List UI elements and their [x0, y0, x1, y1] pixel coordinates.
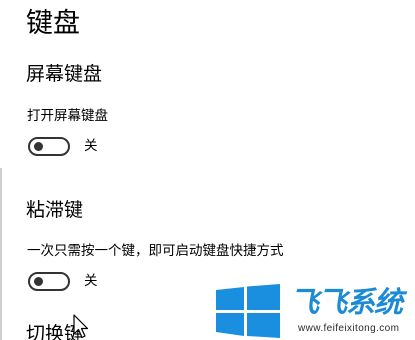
on-screen-keyboard-toggle-state: 关 — [84, 138, 98, 154]
toggle-knob — [34, 141, 43, 151]
on-screen-keyboard-section-title: 屏幕键盘 — [26, 63, 103, 85]
sticky-keys-section-title: 粘滞键 — [26, 199, 84, 221]
watermark: 飞飞系统 www.feifeixitong.com — [214, 283, 415, 340]
sticky-keys-toggle[interactable] — [28, 271, 70, 291]
on-screen-keyboard-setting-label: 打开屏幕键盘 — [27, 108, 108, 124]
sticky-keys-setting-label: 一次只需按一个键，即可启动键盘快捷方式 — [27, 243, 284, 259]
toggle-knob — [34, 276, 43, 286]
on-screen-keyboard-toggle[interactable] — [28, 136, 70, 156]
watermark-url: www.feifeixitong.com — [298, 323, 400, 334]
left-edge-divider — [0, 168, 2, 340]
windows-logo-icon — [216, 284, 280, 338]
page-title: 键盘 — [26, 8, 80, 39]
mouse-pointer-icon — [73, 314, 89, 339]
sticky-keys-toggle-row: 关 — [28, 271, 98, 291]
sticky-keys-toggle-state: 关 — [84, 273, 98, 289]
on-screen-keyboard-toggle-row: 关 — [28, 136, 98, 156]
watermark-brand: 飞飞系统 — [290, 285, 403, 319]
